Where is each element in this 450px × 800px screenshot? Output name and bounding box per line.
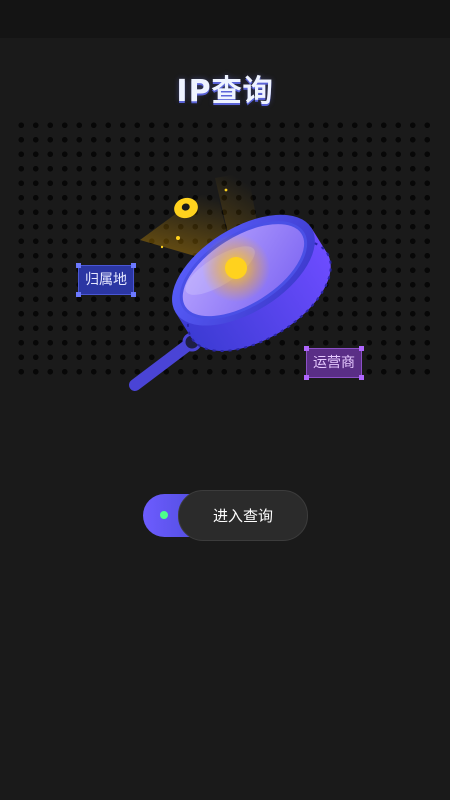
tag-corner bbox=[359, 375, 364, 380]
region-tag: 归属地 bbox=[76, 263, 136, 297]
tag-corner bbox=[304, 346, 309, 351]
carrier-tag: 运营商 bbox=[304, 346, 364, 380]
enter-query-button[interactable]: 进入查询 bbox=[178, 490, 308, 541]
tag-corner bbox=[131, 292, 136, 297]
enter-query-control[interactable]: 进入查询 bbox=[143, 490, 308, 541]
tag-corner bbox=[359, 346, 364, 351]
tag-corner bbox=[76, 292, 81, 297]
enter-query-label: 进入查询 bbox=[212, 507, 273, 525]
magnifier-lens-icon bbox=[129, 172, 332, 391]
tag-corner bbox=[131, 263, 136, 268]
status-dot-icon bbox=[160, 511, 168, 519]
tag-corner bbox=[304, 375, 309, 380]
carrier-tag-label: 运营商 bbox=[313, 355, 355, 371]
region-tag-label: 归属地 bbox=[85, 272, 127, 288]
tag-corner bbox=[76, 263, 81, 268]
